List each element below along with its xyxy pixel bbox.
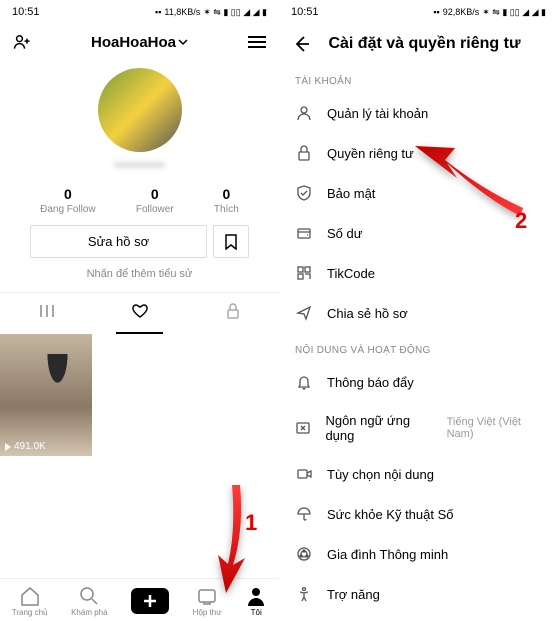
bio-hint[interactable]: Nhấn để thêm tiểu sử xyxy=(0,268,279,292)
lock-icon xyxy=(296,145,312,161)
qr-icon xyxy=(296,265,312,281)
status-bar: 10:51 ▪▪11,8KB/s✶ ⇋ ▮ ▯▯ ◢ ◢ ▮ xyxy=(0,0,279,24)
settings-screen: 10:51 ▪▪92,8KB/s✶ ⇋ ▮ ▯▯ ◢ ◢ ▮ Cài đặt v… xyxy=(279,0,558,621)
username: •••••••••••• xyxy=(0,158,279,172)
play-icon xyxy=(4,443,12,451)
share-icon xyxy=(296,305,312,321)
section-cache-header: BỘ NHỚ ĐỆM VÀ DỮ LIỆU DI ĐỘNG xyxy=(279,614,558,621)
shield-icon xyxy=(296,185,312,201)
item-digital-wellbeing[interactable]: Sức khỏe Kỹ thuật Số xyxy=(279,494,558,534)
bookmark-icon xyxy=(224,234,238,250)
avatar[interactable] xyxy=(98,68,182,152)
stats-row: 0Đang Follow 0Follower 0Thích xyxy=(0,182,279,225)
nav-discover[interactable]: Khám phá xyxy=(71,585,107,617)
profile-tabs xyxy=(0,292,279,334)
feed-icon xyxy=(39,303,55,319)
search-icon xyxy=(78,585,100,607)
wallet-icon xyxy=(296,225,312,241)
home-icon xyxy=(19,585,41,607)
status-icons: ▪▪11,8KB/s✶ ⇋ ▮ ▯▯ ◢ ◢ ▮ xyxy=(155,7,267,18)
menu-icon[interactable] xyxy=(247,32,267,52)
status-bar: 10:51 ▪▪92,8KB/s✶ ⇋ ▮ ▯▯ ◢ ◢ ▮ xyxy=(279,0,558,24)
nav-home[interactable]: Trang chủ xyxy=(12,585,48,617)
add-user-icon[interactable] xyxy=(12,32,32,52)
bookmark-button[interactable] xyxy=(213,225,249,258)
stat-likes[interactable]: 0Thích xyxy=(214,186,239,215)
section-account-header: TÀI KHOẢN xyxy=(279,64,558,93)
stat-following[interactable]: 0Đang Follow xyxy=(40,186,96,215)
chevron-down-icon xyxy=(178,37,188,47)
heart-icon xyxy=(131,303,149,319)
annotation-badge-2: 2 xyxy=(515,208,527,234)
video-thumbnail[interactable]: 491.0K xyxy=(0,334,92,456)
item-accessibility[interactable]: Trợ năng xyxy=(279,574,558,614)
status-time: 10:51 xyxy=(12,6,40,18)
lock-icon xyxy=(226,303,240,319)
item-content-pref[interactable]: Tùy chọn nội dung xyxy=(279,454,558,494)
language-icon xyxy=(295,420,311,436)
item-family-pairing[interactable]: Gia đình Thông minh xyxy=(279,534,558,574)
item-share-profile[interactable]: Chia sẻ hồ sơ xyxy=(279,293,558,333)
annotation-arrow-2 xyxy=(415,138,525,228)
item-tikcode[interactable]: TikCode xyxy=(279,253,558,293)
bell-icon xyxy=(296,374,312,390)
stat-followers[interactable]: 0Follower xyxy=(136,186,174,215)
accessibility-icon xyxy=(296,586,312,602)
video-views: 491.0K xyxy=(4,441,46,452)
item-language[interactable]: Ngôn ngữ ứng dụngTiếng Việt (Việt Nam) xyxy=(279,402,558,454)
item-push-notif[interactable]: Thông báo đẩy xyxy=(279,362,558,402)
nav-create[interactable] xyxy=(131,588,169,614)
section-content-header: NỘI DUNG VÀ HOẠT ĐỘNG xyxy=(279,333,558,362)
profile-name-dropdown[interactable]: HoaHoaHoa xyxy=(91,34,188,51)
annotation-badge-1: 1 xyxy=(245,510,257,536)
family-icon xyxy=(296,546,312,562)
person-icon xyxy=(296,105,312,121)
plus-icon xyxy=(143,594,157,608)
back-button[interactable] xyxy=(291,34,311,54)
item-manage-account[interactable]: Quản lý tài khoản xyxy=(279,93,558,133)
arrow-left-icon xyxy=(291,34,311,54)
language-value: Tiếng Việt (Việt Nam) xyxy=(447,416,542,440)
tab-liked[interactable] xyxy=(93,293,186,334)
umbrella-icon xyxy=(296,506,312,522)
edit-profile-button[interactable]: Sửa hồ sơ xyxy=(30,225,207,258)
page-title: Cài đặt và quyền riêng tư xyxy=(323,35,526,53)
annotation-arrow-1 xyxy=(200,480,260,600)
status-time: 10:51 xyxy=(291,6,319,18)
status-icons: ▪▪92,8KB/s✶ ⇋ ▮ ▯▯ ◢ ◢ ▮ xyxy=(433,7,546,18)
tab-feed[interactable] xyxy=(0,293,93,334)
video-icon xyxy=(296,466,312,482)
tab-private[interactable] xyxy=(186,293,279,334)
